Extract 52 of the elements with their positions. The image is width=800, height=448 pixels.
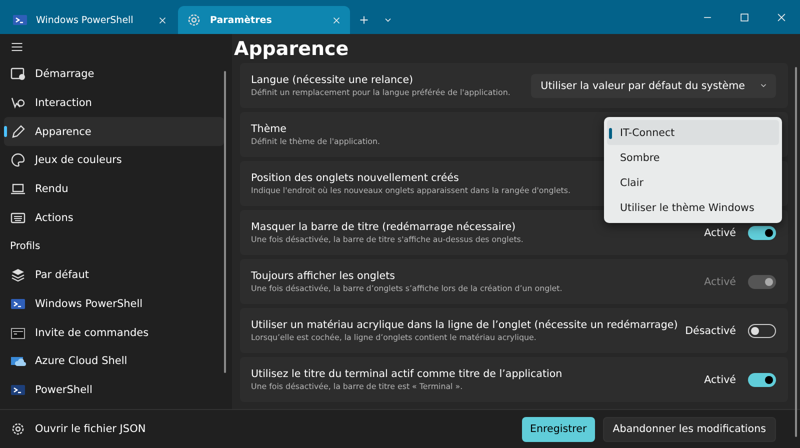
- toggle-state: Désactivé: [685, 324, 736, 336]
- close-icon: [776, 12, 787, 22]
- sidebar-item[interactable]: Démarrage: [4, 60, 224, 89]
- palette-icon: [10, 152, 26, 168]
- toggle-state: Activé: [704, 276, 736, 288]
- setting-title: Thème: [251, 123, 287, 135]
- setting-title: Position des onglets nouvellement créés: [251, 172, 459, 184]
- sidebar-item[interactable]: Apparence: [4, 117, 224, 146]
- toggle-state: Activé: [704, 374, 736, 386]
- menu-button[interactable]: [10, 40, 24, 54]
- save-button[interactable]: Enregistrer: [522, 416, 595, 442]
- plus-icon: [358, 14, 370, 26]
- sidebar-item[interactable]: Actions: [4, 203, 224, 232]
- sidebar-item[interactable]: Azure Cloud Shell: [4, 346, 224, 376]
- sidebar-item[interactable]: Par défaut: [4, 260, 224, 290]
- layers-icon: [10, 267, 26, 284]
- toggle-switch[interactable]: [748, 372, 776, 386]
- sidebar-item[interactable]: PowerShell: [4, 376, 224, 404]
- sidebar-item[interactable]: Invite de commandes: [4, 318, 224, 347]
- setting-title: Utilisez le titre du terminal actif comme titre de l’application: [251, 368, 562, 380]
- gear-icon: [10, 421, 26, 437]
- close-icon: [157, 14, 168, 26]
- maximize-icon: [739, 12, 750, 22]
- scrollbar[interactable]: [795, 67, 797, 437]
- toggle-switch[interactable]: [748, 226, 776, 240]
- scrollbar[interactable]: [224, 71, 226, 373]
- pen-icon: [10, 124, 26, 140]
- setting-title: Utiliser un matériau acrylique dans la ligne de l’onglet (nécessite un redémarrage): [251, 319, 678, 331]
- menu-icon: [10, 40, 24, 54]
- menu-option[interactable]: Utiliser le thème Windows: [607, 195, 779, 220]
- setting-title: Toujours afficher les onglets: [251, 270, 396, 282]
- terminal-icon: [12, 12, 28, 28]
- menu-option[interactable]: Sombre: [607, 145, 779, 170]
- discard-button[interactable]: Abandonner les modifications: [602, 416, 776, 442]
- gear-icon: [186, 12, 202, 28]
- menu-option[interactable]: IT-Connect: [607, 120, 779, 145]
- section-heading: Profils: [9, 240, 42, 254]
- sidebar-item[interactable]: Interaction: [4, 88, 224, 118]
- toggle-state: Activé: [704, 226, 736, 238]
- close-icon: [331, 14, 342, 26]
- menu-option[interactable]: Clair: [607, 170, 779, 195]
- sidebar-item[interactable]: Jeux de couleurs: [4, 146, 224, 175]
- language-dropdown[interactable]: Utiliser la valeur par défaut du système: [530, 74, 776, 98]
- tab[interactable]: Windows PowerShell: [4, 6, 176, 34]
- sidebar-item[interactable]: Windows PowerShell: [4, 290, 224, 318]
- sidebar-item[interactable]: Rendu: [4, 174, 224, 204]
- startup-icon: [10, 66, 26, 82]
- tab[interactable]: Paramètres: [178, 6, 350, 34]
- toggle-switch[interactable]: [748, 324, 776, 338]
- page-title: Apparence: [233, 36, 350, 62]
- setting-title: Masquer la barre de titre (redémarrage nécessaire): [251, 221, 516, 233]
- setting-title: Langue (nécessite une relance): [251, 74, 414, 86]
